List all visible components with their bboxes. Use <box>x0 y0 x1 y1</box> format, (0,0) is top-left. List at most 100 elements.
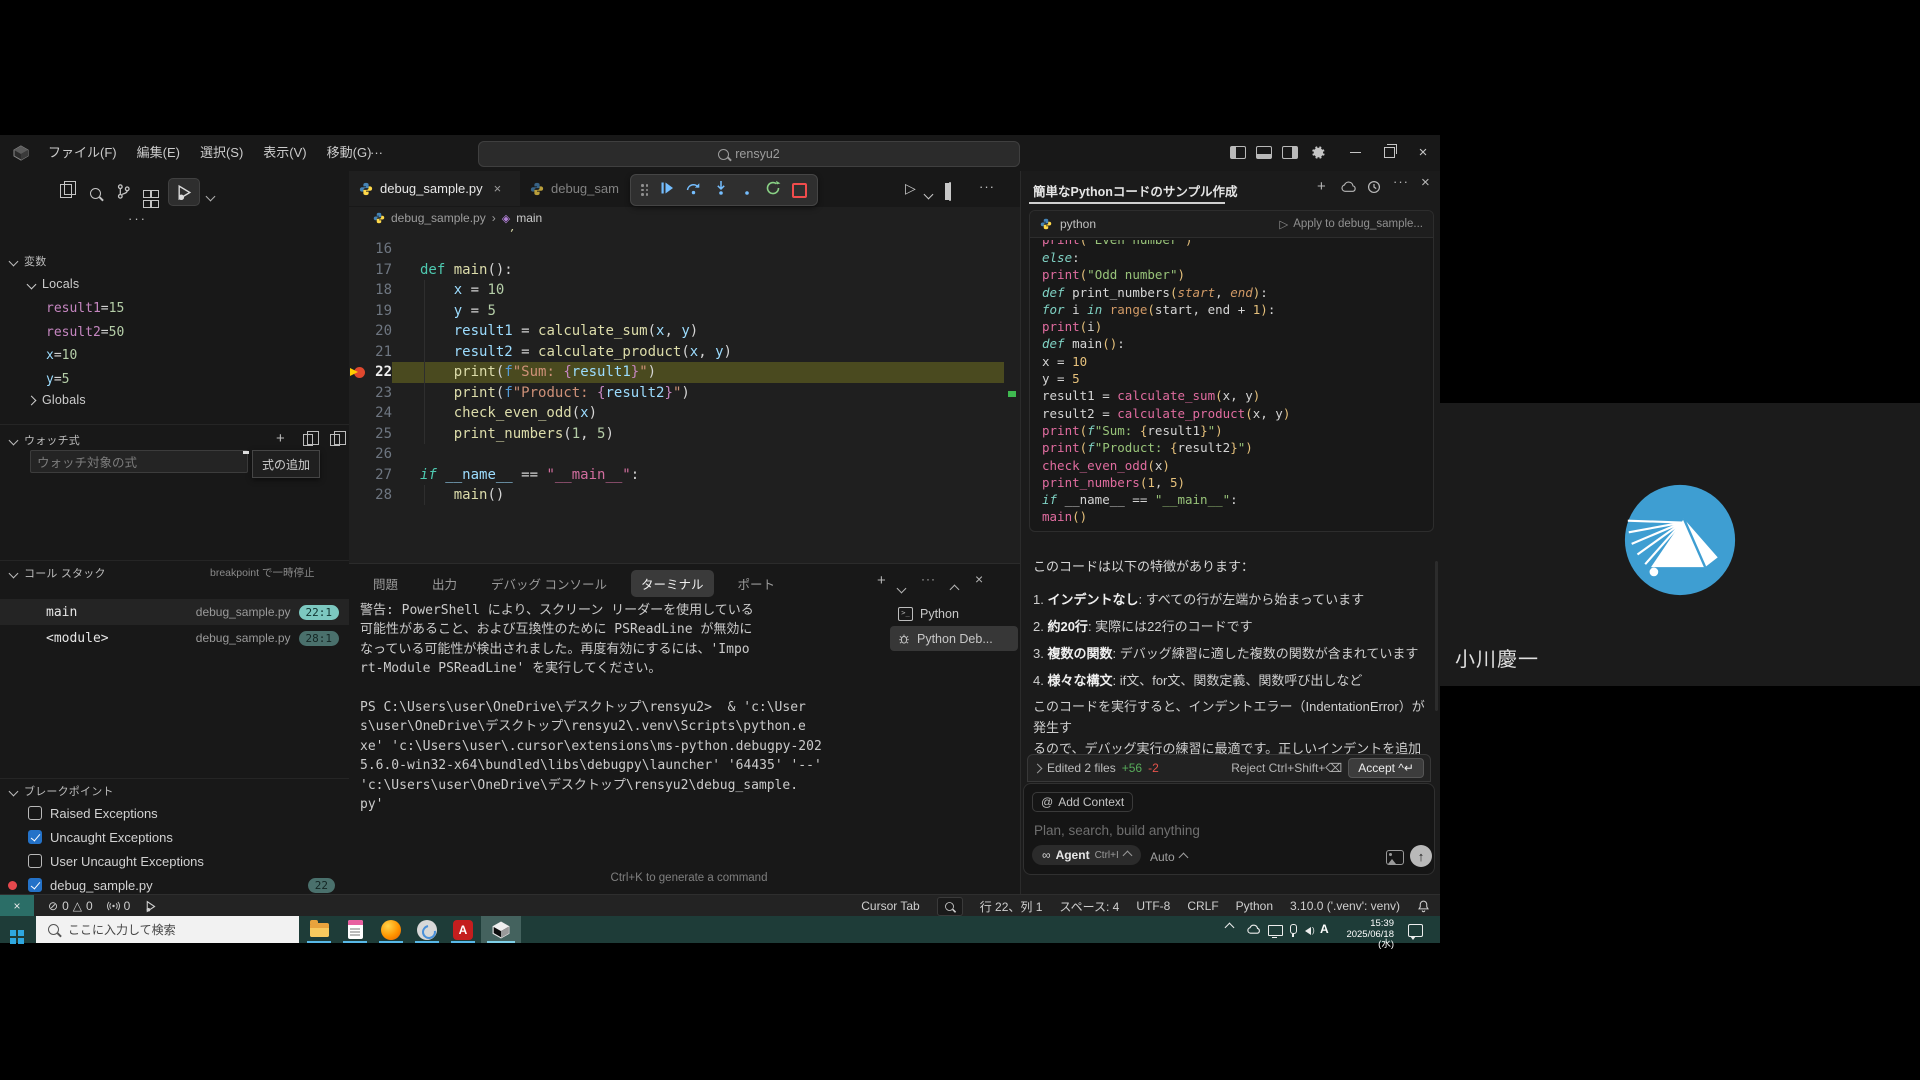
tray-display-icon[interactable] <box>1268 925 1283 936</box>
eol-indicator[interactable]: CRLF <box>1187 899 1218 913</box>
screencast-zoom-button[interactable] <box>937 897 963 916</box>
split-editor-icon[interactable] <box>949 183 951 201</box>
menu-item[interactable]: 編集(E) <box>127 135 190 171</box>
breakpoints-header[interactable]: ブレークポイント <box>10 783 114 799</box>
debug-step-into-icon[interactable] <box>713 180 729 201</box>
collapse-all-icon[interactable] <box>330 433 340 451</box>
debug-stop-icon[interactable] <box>792 183 807 198</box>
debug-continue-icon[interactable] <box>659 180 675 201</box>
menu-item[interactable]: ファイル(F) <box>38 135 127 171</box>
panel-tab[interactable]: ターミナル <box>631 570 714 597</box>
chat-close-icon[interactable]: × <box>1421 174 1430 191</box>
new-terminal-icon[interactable]: + <box>877 572 886 589</box>
panel-tab[interactable]: 問題 <box>363 570 408 597</box>
interpreter-indicator[interactable]: 3.10.0 ('.venv': venv) <box>1290 899 1400 913</box>
encoding-indicator[interactable]: UTF-8 <box>1136 899 1170 913</box>
breakpoint-row[interactable]: Raised Exceptions <box>0 801 349 825</box>
panel-tab[interactable]: ポート <box>728 570 786 597</box>
indent-indicator[interactable]: スペース: 4 <box>1059 898 1119 915</box>
breadcrumb[interactable]: debug_sample.py › ◈ main <box>349 207 1020 229</box>
history-icon[interactable] <box>1367 180 1381 199</box>
debug-step-over-icon[interactable] <box>685 180 702 201</box>
taskbar-cursor-active[interactable] <box>481 916 521 943</box>
bell-icon[interactable] <box>1417 899 1430 913</box>
terminal-item-python-debug[interactable]: Python Deb... <box>890 626 1018 651</box>
checkbox[interactable] <box>28 878 42 892</box>
terminal-output[interactable]: 警告: PowerShell により、スクリーン リーダーを使用している可能性が… <box>360 601 890 814</box>
close-button[interactable]: × <box>1406 135 1440 170</box>
chat-new-icon[interactable]: + <box>1317 178 1326 195</box>
reject-button[interactable]: Reject Ctrl+Shift+⌫ <box>1231 761 1342 775</box>
callstack-header[interactable]: コール スタック <box>10 565 106 581</box>
expand-icon[interactable] <box>1033 763 1043 773</box>
start-button[interactable] <box>10 923 24 944</box>
send-button[interactable]: ↑ <box>1410 845 1432 867</box>
feed-indicator[interactable]: 0 <box>107 899 131 913</box>
add-context-chip[interactable]: @ Add Context <box>1032 792 1133 812</box>
panel-tab[interactable]: 出力 <box>422 570 467 597</box>
customize-layout-button[interactable] <box>1301 135 1335 170</box>
taskbar-notes-app[interactable] <box>337 916 373 943</box>
tab-debug-sample[interactable]: debug_sample.py × <box>349 171 520 206</box>
checkbox[interactable] <box>28 854 42 868</box>
variables-header[interactable]: 変数 <box>10 253 46 269</box>
editor-more-icon[interactable]: ··· <box>979 179 995 194</box>
variable-row[interactable]: x = 10 <box>46 344 124 368</box>
language-indicator[interactable]: Python <box>1236 899 1273 913</box>
errors-indicator[interactable]: ⊘0 △0 <box>48 899 93 913</box>
chat-more-icon[interactable]: ··· <box>1393 174 1409 189</box>
stack-frame[interactable]: <module>debug_sample.py28:1 <box>0 625 349 651</box>
add-watch-icon[interactable]: + <box>276 430 285 447</box>
breakpoint-row[interactable]: User Uncaught Exceptions <box>0 849 349 873</box>
watch-input[interactable]: ウォッチ対象の式 <box>30 450 248 473</box>
source-control-icon[interactable] <box>115 182 132 206</box>
search-view-icon[interactable] <box>90 186 101 204</box>
code-editor[interactable]: ")" 1617def main():18 x = 1019 y = 520 r… <box>349 229 1020 563</box>
attach-image-icon[interactable] <box>1386 850 1404 865</box>
tray-expand-icon[interactable] <box>1226 924 1233 931</box>
chat-code-lines[interactable]: print("Even number")else:print("Odd numb… <box>1030 238 1433 528</box>
extensions-icon[interactable] <box>143 185 157 208</box>
agent-mode-selector[interactable]: ∞ Agent Ctrl+I <box>1032 845 1141 865</box>
menu-item[interactable]: 表示(V) <box>253 135 316 171</box>
panel-tab[interactable]: デバッグ コンソール <box>481 570 617 597</box>
run-dropdown-icon[interactable] <box>925 185 932 203</box>
cursor-tab-toggle[interactable]: Cursor Tab <box>861 899 919 913</box>
copy-watch-icon[interactable] <box>303 433 313 451</box>
watch-header[interactable]: ウォッチ式 <box>10 432 80 448</box>
tray-clock[interactable]: 15:392025/06/18 (水) <box>1336 919 1394 951</box>
panel-more-icon[interactable]: ··· <box>921 572 936 586</box>
command-center-search[interactable]: rensyu2 <box>478 141 1020 167</box>
variable-row[interactable]: result2 = 50 <box>46 321 124 345</box>
minimize-button[interactable] <box>1338 135 1372 170</box>
tray-mic-icon[interactable] <box>1290 924 1297 934</box>
terminal-dropdown-icon[interactable] <box>898 579 905 597</box>
chat-scrollbar[interactable] <box>1435 561 1438 711</box>
chat-tab-title[interactable]: 簡単なPythonコードのサンプル作成 <box>1033 181 1237 200</box>
apply-button[interactable]: ▷ Apply to debug_sample... <box>1279 217 1423 231</box>
terminal-item-python[interactable]: >_ Python <box>890 601 1018 626</box>
taskbar-explorer[interactable] <box>301 916 337 943</box>
checkbox[interactable] <box>28 806 42 820</box>
toolbar-grip-icon[interactable] <box>641 184 648 196</box>
stack-frame[interactable]: maindebug_sample.py22:1 <box>0 599 349 625</box>
variable-row[interactable]: y = 5 <box>46 368 124 392</box>
globals-group[interactable]: Globals <box>28 393 86 407</box>
variable-row[interactable]: result1 = 15 <box>46 297 124 321</box>
debug-restart-icon[interactable] <box>765 180 781 201</box>
accept-button[interactable]: Accept ^↵ <box>1348 758 1424 778</box>
chat-input-box[interactable]: @ Add Context Plan, search, build anythi… <box>1023 783 1435 875</box>
menu-more[interactable]: ··· <box>360 135 393 171</box>
taskbar-gray-app[interactable] <box>409 916 445 943</box>
sidebar-more[interactable]: ··· <box>128 211 147 226</box>
views-chevron-icon[interactable] <box>207 187 214 205</box>
line-col-indicator[interactable]: 行 22、列 1 <box>980 898 1043 915</box>
taskbar-firefox[interactable] <box>373 916 409 943</box>
taskbar-acrobat[interactable]: A <box>445 916 481 943</box>
model-selector[interactable]: Auto <box>1150 850 1187 864</box>
tray-onedrive-icon[interactable] <box>1247 924 1261 934</box>
menu-item[interactable]: 選択(S) <box>190 135 253 171</box>
run-python-file-icon[interactable]: ▷ <box>905 180 916 197</box>
cloud-icon[interactable] <box>1341 180 1357 198</box>
restore-button[interactable] <box>1372 135 1406 170</box>
